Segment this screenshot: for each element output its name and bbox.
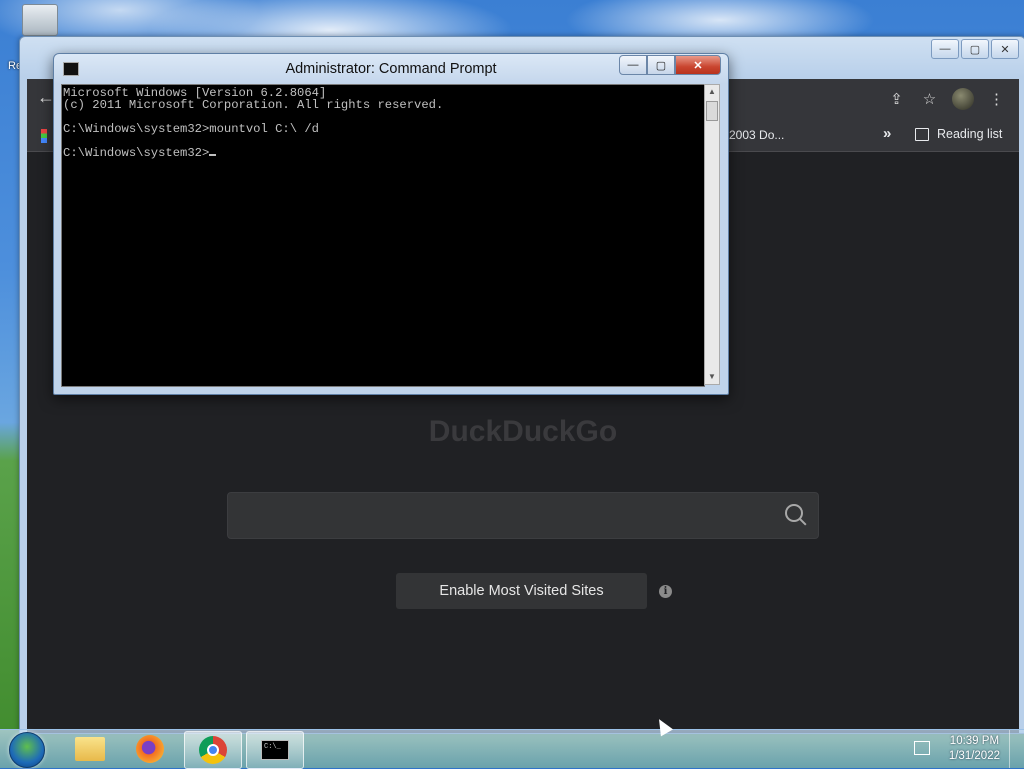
console-prompt-line: C:\Windows\system32>	[63, 146, 210, 160]
apps-grid-icon[interactable]	[41, 129, 47, 143]
cmd-console-output[interactable]: Microsoft Windows [Version 6.2.8064] (c)…	[61, 84, 705, 387]
cmd-minimize-button[interactable]: —	[619, 55, 647, 75]
network-icon[interactable]	[914, 741, 930, 755]
enable-most-visited-button[interactable]: Enable Most Visited Sites	[396, 573, 647, 609]
share-icon[interactable]: ⇪	[886, 89, 907, 110]
cmd-window-controls: — ▢ ✕	[619, 55, 721, 75]
menu-kebab-icon[interactable]: ⋮	[986, 89, 1007, 110]
taskbar: C:\_ 10:39 PM 1/31/2022	[0, 729, 1024, 769]
start-button[interactable]	[9, 732, 45, 768]
search-icon[interactable]	[785, 504, 803, 522]
search-input[interactable]	[227, 492, 819, 539]
bookmark-item[interactable]: 2003 Do...	[729, 128, 784, 142]
taskbar-command-prompt[interactable]: C:\_	[246, 731, 304, 769]
taskbar-firefox[interactable]	[122, 731, 178, 767]
cmd-titlebar[interactable]: Administrator: Command Prompt — ▢ ✕	[54, 54, 728, 82]
scrollbar-thumb[interactable]	[706, 101, 718, 121]
taskbar-file-explorer[interactable]	[62, 731, 118, 767]
browser-minimize-button[interactable]: —	[931, 39, 959, 59]
command-prompt-window[interactable]: Administrator: Command Prompt — ▢ ✕ Micr…	[53, 53, 729, 395]
console-line: C:\Windows\system32>mountvol C:\ /d	[63, 122, 319, 136]
scroll-down-arrow-icon[interactable]: ▼	[705, 370, 719, 384]
reading-list-icon	[915, 127, 929, 141]
clock-time: 10:39 PM	[949, 735, 1000, 747]
browser-close-button[interactable]: ✕	[991, 39, 1019, 59]
cmd-close-button[interactable]: ✕	[675, 55, 721, 75]
command-prompt-icon: C:\_	[261, 740, 289, 760]
reading-list-label: Reading list	[937, 127, 1003, 141]
chrome-icon	[199, 736, 227, 764]
info-icon[interactable]: i	[659, 585, 672, 598]
more-bookmarks-chevron-icon[interactable]: »	[883, 125, 891, 142]
toolbar-icons: ⇪ ☆ ⋮	[886, 88, 1007, 110]
cmd-vertical-scrollbar[interactable]: ▲ ▼	[704, 84, 720, 385]
taskbar-chrome[interactable]	[184, 731, 242, 769]
show-desktop-button[interactable]	[1009, 730, 1024, 768]
duckduckgo-logo: DuckDuckGo	[428, 415, 618, 448]
recycle-bin-icon[interactable]	[22, 4, 58, 36]
system-clock[interactable]: 10:39 PM 1/31/2022	[949, 734, 1000, 764]
reading-list-button[interactable]: Reading list	[915, 127, 1002, 141]
console-line: (c) 2011 Microsoft Corporation. All righ…	[63, 98, 444, 112]
folder-icon	[75, 737, 105, 761]
firefox-icon	[136, 735, 164, 763]
browser-maximize-button[interactable]: ▢	[961, 39, 989, 59]
bookmark-star-icon[interactable]: ☆	[919, 89, 940, 110]
browser-window-controls: — ▢ ✕	[931, 39, 1019, 59]
clock-date: 1/31/2022	[948, 750, 1000, 762]
cmd-maximize-button[interactable]: ▢	[647, 55, 675, 75]
scroll-up-arrow-icon[interactable]: ▲	[705, 85, 719, 99]
console-text: Microsoft Windows [Version 6.2.8064] (c)…	[62, 85, 704, 159]
profile-avatar[interactable]	[952, 88, 974, 110]
text-cursor	[209, 154, 217, 156]
